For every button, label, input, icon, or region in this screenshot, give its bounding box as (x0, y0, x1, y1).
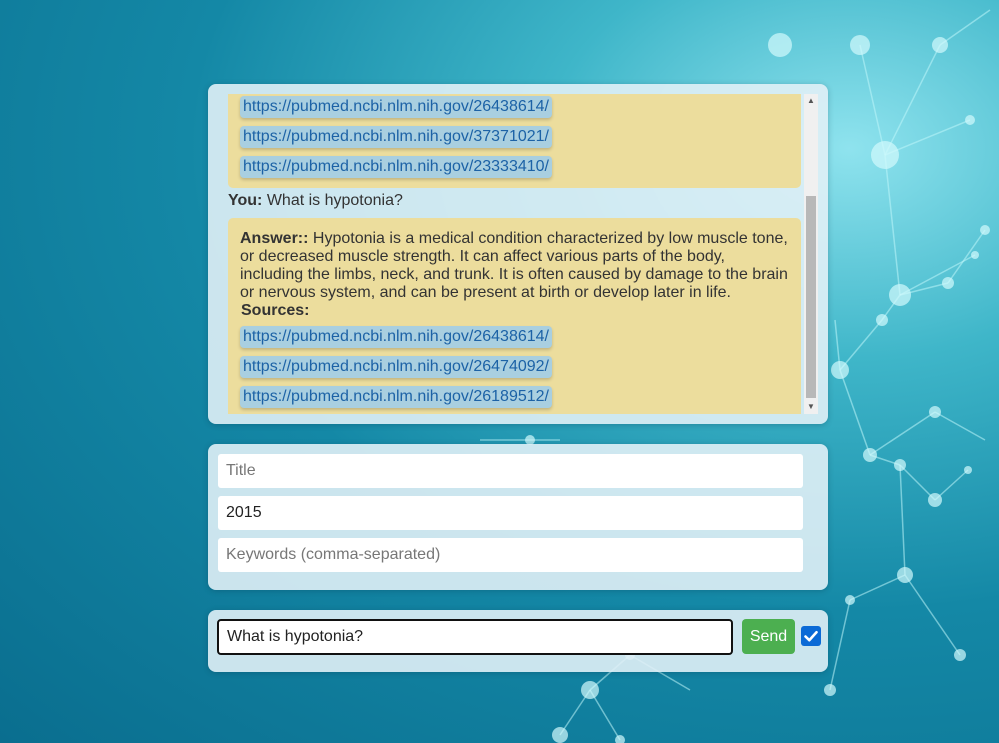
checkmark-icon (804, 630, 818, 642)
answer-text: Hypotonia is a medical condition charact… (240, 230, 788, 301)
source-link-text[interactable]: https://pubmed.ncbi.nlm.nih.gov/23333410… (240, 156, 552, 178)
source-link-text[interactable]: https://pubmed.ncbi.nlm.nih.gov/26438614… (240, 326, 552, 348)
year-input[interactable] (218, 496, 803, 530)
previous-answer: https://pubmed.ncbi.nlm.nih.gov/26438614… (228, 94, 801, 188)
filter-panel (208, 444, 828, 590)
source-link-text[interactable]: https://pubmed.ncbi.nlm.nih.gov/37371021… (240, 126, 552, 148)
send-button[interactable]: Send (742, 619, 795, 654)
source-link-text[interactable]: https://pubmed.ncbi.nlm.nih.gov/26474092… (240, 356, 552, 378)
scroll-down-arrow-icon[interactable]: ▼ (804, 400, 818, 414)
scroll-thumb[interactable] (806, 196, 816, 398)
source-link[interactable]: https://pubmed.ncbi.nlm.nih.gov/26438614… (240, 94, 789, 124)
chat-history[interactable]: https://pubmed.ncbi.nlm.nih.gov/26438614… (228, 94, 801, 414)
answer-label: Answer:: (240, 230, 309, 247)
title-input[interactable] (218, 454, 803, 488)
source-link[interactable]: https://pubmed.ncbi.nlm.nih.gov/37371021… (240, 124, 789, 154)
user-message: You: What is hypotonia? (228, 192, 801, 210)
source-link[interactable]: https://pubmed.ncbi.nlm.nih.gov/26474092… (240, 354, 789, 384)
source-link[interactable]: https://pubmed.ncbi.nlm.nih.gov/23333410… (240, 154, 789, 184)
question-panel: Send (208, 610, 828, 672)
source-link-text[interactable]: https://pubmed.ncbi.nlm.nih.gov/26438614… (240, 96, 552, 118)
chat-panel: https://pubmed.ncbi.nlm.nih.gov/26438614… (208, 84, 828, 424)
answer-block: Answer:: Hypotonia is a medical conditio… (228, 218, 801, 414)
source-link-text[interactable]: https://pubmed.ncbi.nlm.nih.gov/26189512… (240, 386, 552, 408)
source-link[interactable]: https://pubmed.ncbi.nlm.nih.gov/26189512… (240, 384, 789, 414)
sources-label: Sources: (241, 302, 310, 319)
answer-text-block: Answer:: Hypotonia is a medical conditio… (240, 230, 789, 302)
user-question: What is hypotonia? (266, 192, 403, 209)
chat-scrollbar[interactable]: ▲ ▼ (804, 94, 818, 414)
user-label: You: (228, 192, 263, 209)
scroll-up-arrow-icon[interactable]: ▲ (804, 94, 818, 108)
question-input[interactable] (217, 619, 733, 655)
source-link[interactable]: https://pubmed.ncbi.nlm.nih.gov/26438614… (240, 324, 789, 354)
keywords-input[interactable] (218, 538, 803, 572)
toggle-checkbox[interactable] (801, 626, 821, 646)
